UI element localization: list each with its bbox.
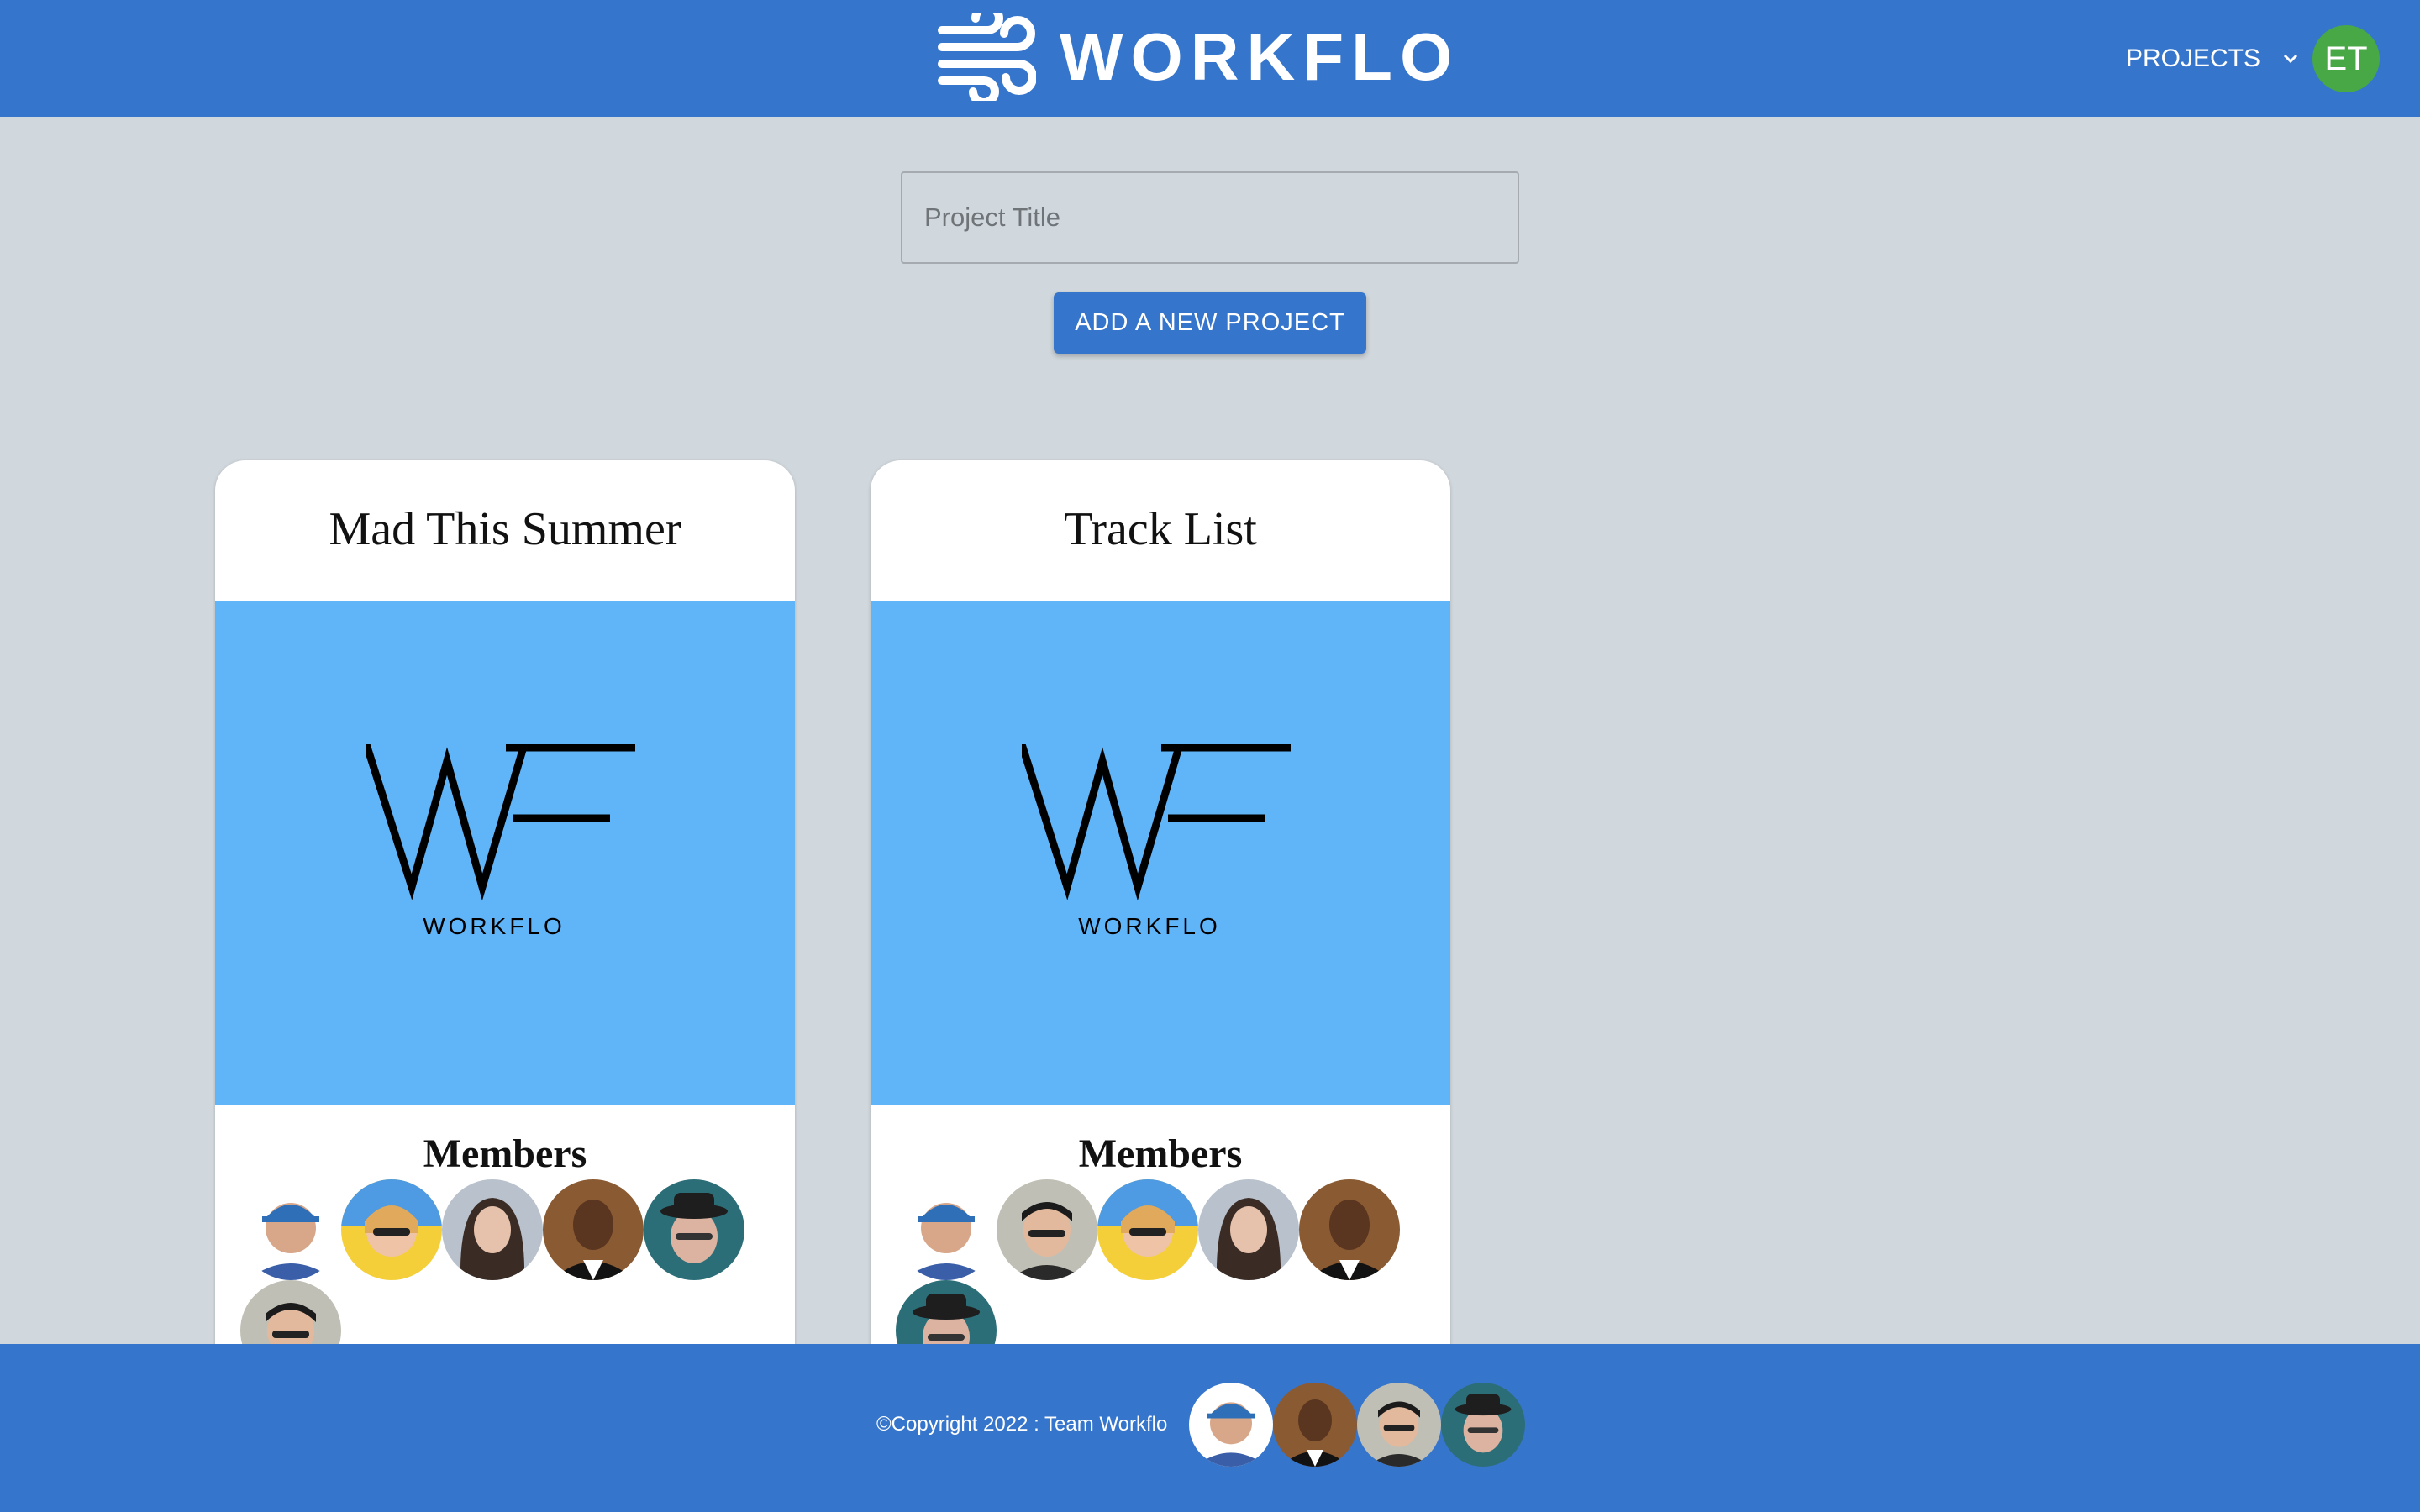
member-avatar[interactable] bbox=[1198, 1179, 1299, 1280]
avatar-photo bbox=[896, 1179, 997, 1280]
member-avatar[interactable] bbox=[896, 1179, 997, 1280]
project-title: Track List bbox=[1064, 503, 1257, 555]
brand-name: WORKFLO bbox=[1060, 19, 1460, 94]
workflo-logo: WORKFLO bbox=[366, 744, 635, 937]
avatar-photo bbox=[644, 1179, 744, 1280]
workflo-logo: WORKFLO bbox=[1022, 744, 1291, 937]
projects-menu-label: PROJECTS bbox=[2126, 45, 2261, 72]
user-avatar[interactable]: ET bbox=[2312, 25, 2380, 92]
avatar-photo bbox=[1097, 1179, 1198, 1280]
team-avatar[interactable] bbox=[1273, 1383, 1357, 1467]
add-project-button[interactable]: ADD A NEW PROJECT bbox=[1054, 292, 1366, 354]
projects-menu[interactable]: PROJECTS bbox=[2126, 41, 2299, 76]
project-card[interactable]: Track List WORKFLO Members bbox=[871, 460, 1450, 1384]
avatar-photo bbox=[1273, 1383, 1357, 1467]
avatar-photo bbox=[1189, 1383, 1273, 1467]
project-title-input[interactable] bbox=[901, 171, 1519, 264]
copyright-text: ©Copyright 2022 : Team Workflo bbox=[876, 1413, 1168, 1436]
logo-wordmark: WORKFLO bbox=[423, 913, 566, 937]
avatar-photo bbox=[543, 1179, 644, 1280]
avatar-photo bbox=[1357, 1383, 1441, 1467]
top-app-bar: WORKFLO PROJECTS ET bbox=[0, 0, 2420, 117]
member-avatar[interactable] bbox=[1299, 1179, 1400, 1280]
team-avatar[interactable] bbox=[1189, 1383, 1273, 1467]
team-avatar[interactable] bbox=[1357, 1383, 1441, 1467]
avatar-photo bbox=[341, 1179, 442, 1280]
member-avatar[interactable] bbox=[543, 1179, 644, 1280]
chevron-down-icon bbox=[2283, 54, 2298, 64]
avatar-photo bbox=[997, 1179, 1097, 1280]
member-avatar[interactable] bbox=[1097, 1179, 1198, 1280]
member-avatar[interactable] bbox=[644, 1179, 744, 1280]
avatar-photo bbox=[1198, 1179, 1299, 1280]
project-image: WORKFLO bbox=[871, 601, 1450, 1105]
footer: ©Copyright 2022 : Team Workflo bbox=[0, 1344, 2420, 1512]
team-avatar[interactable] bbox=[1441, 1383, 1525, 1467]
member-avatar[interactable] bbox=[442, 1179, 543, 1280]
avatar-photo bbox=[1441, 1383, 1525, 1467]
member-avatar[interactable] bbox=[240, 1179, 341, 1280]
member-avatar[interactable] bbox=[997, 1179, 1097, 1280]
user-initials: ET bbox=[2324, 39, 2368, 77]
wind-icon bbox=[937, 13, 1036, 101]
project-card[interactable]: Mad This Summer WORKFLO Members bbox=[215, 460, 795, 1384]
members-heading: Members bbox=[423, 1131, 587, 1176]
logo-wordmark: WORKFLO bbox=[1078, 913, 1221, 937]
avatar-photo bbox=[1299, 1179, 1400, 1280]
project-title: Mad This Summer bbox=[329, 503, 681, 555]
project-image: WORKFLO bbox=[215, 601, 795, 1105]
avatar-photo bbox=[240, 1179, 341, 1280]
avatar-photo bbox=[442, 1179, 543, 1280]
member-avatar[interactable] bbox=[341, 1179, 442, 1280]
members-heading: Members bbox=[1078, 1131, 1243, 1176]
brand[interactable]: WORKFLO bbox=[937, 13, 1460, 101]
